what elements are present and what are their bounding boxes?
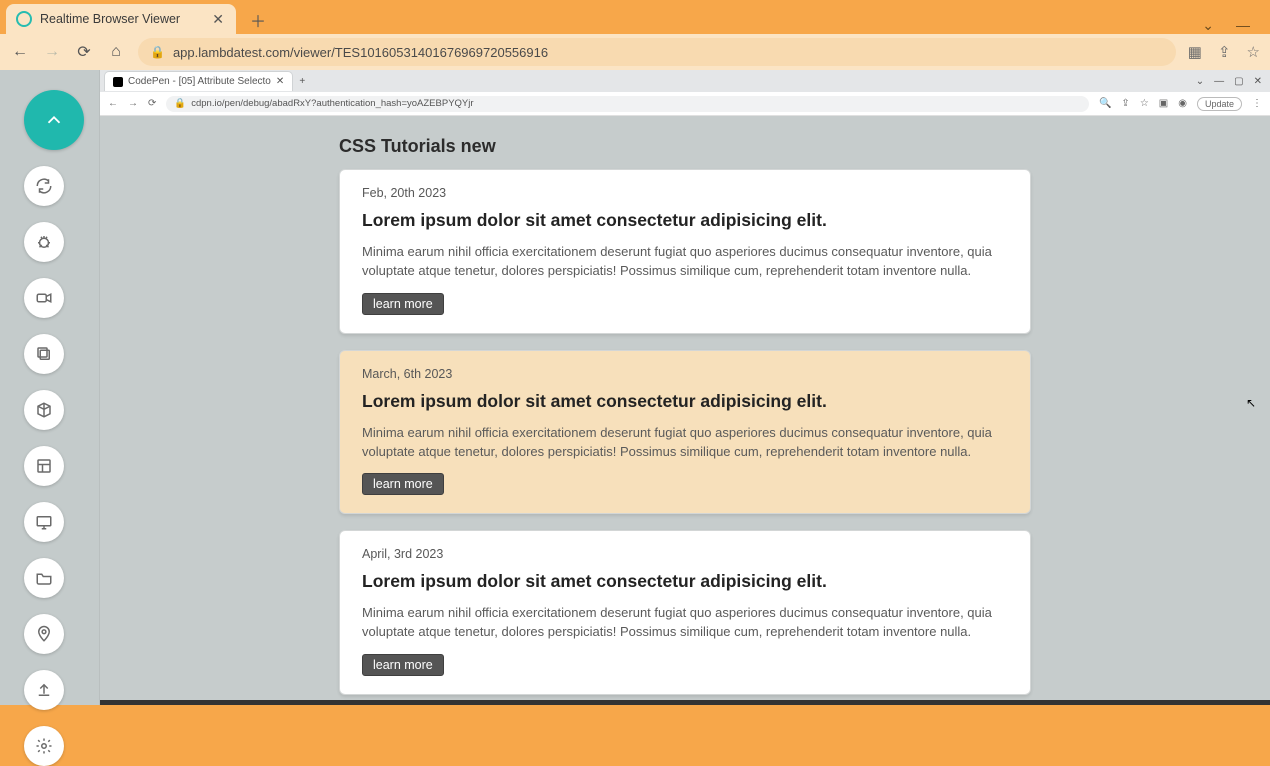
stack-icon — [35, 345, 53, 363]
lambdatest-favicon-icon — [16, 11, 32, 27]
lt-monitor-button[interactable] — [24, 502, 64, 542]
lt-layout-button[interactable] — [24, 446, 64, 486]
minimize-icon[interactable]: — — [1236, 17, 1250, 34]
card-body: Minima earum nihil officia exercitatione… — [362, 243, 1008, 281]
article-card: Feb, 20th 2023 Lorem ipsum dolor sit ame… — [339, 169, 1031, 334]
codepen-favicon-icon — [113, 77, 123, 87]
inner-menu-icon[interactable]: ⋮ — [1252, 98, 1262, 109]
folder-icon — [35, 569, 53, 587]
close-tab-icon[interactable]: ✕ — [212, 11, 224, 28]
card-date: March, 6th 2023 — [362, 367, 1008, 381]
inner-zoom-icon[interactable]: 🔍 — [1099, 98, 1111, 109]
inner-extension-icon[interactable]: ▣ — [1159, 98, 1168, 109]
new-tab-button[interactable]: ＋ — [244, 6, 272, 34]
inner-new-tab-button[interactable]: + — [293, 76, 311, 87]
inner-toolbar: ← → ⟳ 🔒 cdpn.io/pen/debug/abadRxY?authen… — [100, 92, 1270, 116]
inner-tab-close-icon[interactable]: ✕ — [276, 76, 284, 87]
monitor-icon — [35, 513, 53, 531]
inner-forward-button[interactable]: → — [128, 98, 138, 109]
learn-more-button[interactable]: learn more — [362, 654, 444, 676]
lt-upload-button[interactable] — [24, 670, 64, 710]
mouse-cursor-icon: ↖ — [1246, 396, 1256, 410]
outer-toolbar: ← → ⟳ ⌂ 🔒 app.lambdatest.com/viewer/TES1… — [0, 34, 1270, 70]
outer-address-bar[interactable]: 🔒 app.lambdatest.com/viewer/TES101605314… — [138, 38, 1176, 66]
inner-tab-title: CodePen - [05] Attribute Selecto — [128, 76, 271, 87]
lt-settings-button[interactable] — [24, 726, 64, 766]
pin-icon — [35, 625, 53, 643]
inner-minimize-icon[interactable]: — — [1214, 76, 1224, 87]
bug-icon — [35, 233, 53, 251]
outer-tab-title: Realtime Browser Viewer — [40, 12, 204, 26]
page-heading: CSS Tutorials new — [339, 136, 1031, 157]
cube-icon — [35, 401, 53, 419]
card-body: Minima earum nihil officia exercitatione… — [362, 424, 1008, 462]
card-body: Minima earum nihil officia exercitatione… — [362, 604, 1008, 642]
forward-button[interactable]: → — [42, 43, 62, 61]
inner-tab-active[interactable]: CodePen - [05] Attribute Selecto ✕ — [104, 71, 293, 91]
lt-switch-button[interactable] — [24, 166, 64, 206]
lt-bug-button[interactable] — [24, 222, 64, 262]
inner-url-text: cdpn.io/pen/debug/abadRxY?authentication… — [191, 98, 473, 109]
inner-profile-icon[interactable]: ◉ — [1178, 98, 1187, 109]
translate-icon[interactable]: ▦ — [1188, 43, 1202, 61]
card-date: April, 3rd 2023 — [362, 547, 1008, 561]
learn-more-button[interactable]: learn more — [362, 473, 444, 495]
outer-url-text: app.lambdatest.com/viewer/TES10160531401… — [173, 45, 548, 60]
inner-close-icon[interactable]: ✕ — [1254, 76, 1262, 87]
inner-share-icon[interactable]: ⇪ — [1121, 98, 1129, 109]
gear-icon — [35, 737, 53, 755]
outer-tab-strip: Realtime Browser Viewer ✕ ＋ ⌄ — — [0, 0, 1270, 34]
lt-collapse-button[interactable] — [24, 90, 84, 150]
inner-back-button[interactable]: ← — [108, 98, 118, 109]
inner-address-bar[interactable]: 🔒 cdpn.io/pen/debug/abadRxY?authenticati… — [166, 96, 1089, 112]
article-card: April, 3rd 2023 Lorem ipsum dolor sit am… — [339, 530, 1031, 695]
inner-page-viewport[interactable]: CSS Tutorials new Feb, 20th 2023 Lorem i… — [100, 116, 1270, 700]
outer-tab-active[interactable]: Realtime Browser Viewer ✕ — [6, 4, 236, 34]
card-title: Lorem ipsum dolor sit amet consectetur a… — [362, 210, 1008, 231]
bookmark-star-icon[interactable]: ☆ — [1247, 43, 1260, 61]
inner-update-button[interactable]: Update — [1197, 97, 1242, 111]
upload-icon — [35, 681, 53, 699]
lt-cube-button[interactable] — [24, 390, 64, 430]
layout-icon — [35, 457, 53, 475]
rotate-icon — [35, 177, 53, 195]
lt-record-button[interactable] — [24, 278, 64, 318]
home-button[interactable]: ⌂ — [106, 43, 126, 61]
card-title: Lorem ipsum dolor sit amet consectetur a… — [362, 391, 1008, 412]
video-icon — [35, 289, 53, 307]
lt-sidebar — [24, 90, 84, 766]
inner-chevron-down-icon[interactable]: ⌄ — [1196, 76, 1204, 87]
card-title: Lorem ipsum dolor sit amet consectetur a… — [362, 571, 1008, 592]
back-button[interactable]: ← — [10, 43, 30, 61]
inner-reload-button[interactable]: ⟳ — [148, 98, 156, 109]
lt-location-button[interactable] — [24, 614, 64, 654]
reload-button[interactable]: ⟳ — [74, 42, 94, 62]
inner-tab-strip: CodePen - [05] Attribute Selecto ✕ + ⌄ —… — [100, 70, 1270, 92]
inner-lock-icon: 🔒 — [174, 98, 186, 109]
inner-maximize-icon[interactable]: ▢ — [1234, 76, 1243, 87]
remote-browser-window: CodePen - [05] Attribute Selecto ✕ + ⌄ —… — [99, 70, 1270, 705]
chevron-up-icon — [43, 109, 65, 131]
lock-icon: 🔒 — [150, 45, 165, 59]
outer-window-controls: ⌄ — — [1202, 17, 1264, 34]
share-icon[interactable]: ⇪ — [1218, 43, 1231, 61]
lt-folder-button[interactable] — [24, 558, 64, 598]
inner-star-icon[interactable]: ☆ — [1140, 98, 1149, 109]
lt-copy-button[interactable] — [24, 334, 64, 374]
chevron-down-icon[interactable]: ⌄ — [1202, 17, 1214, 34]
card-date: Feb, 20th 2023 — [362, 186, 1008, 200]
article-card-featured: March, 6th 2023 Lorem ipsum dolor sit am… — [339, 350, 1031, 515]
inner-taskbar — [100, 700, 1270, 705]
learn-more-button[interactable]: learn more — [362, 293, 444, 315]
